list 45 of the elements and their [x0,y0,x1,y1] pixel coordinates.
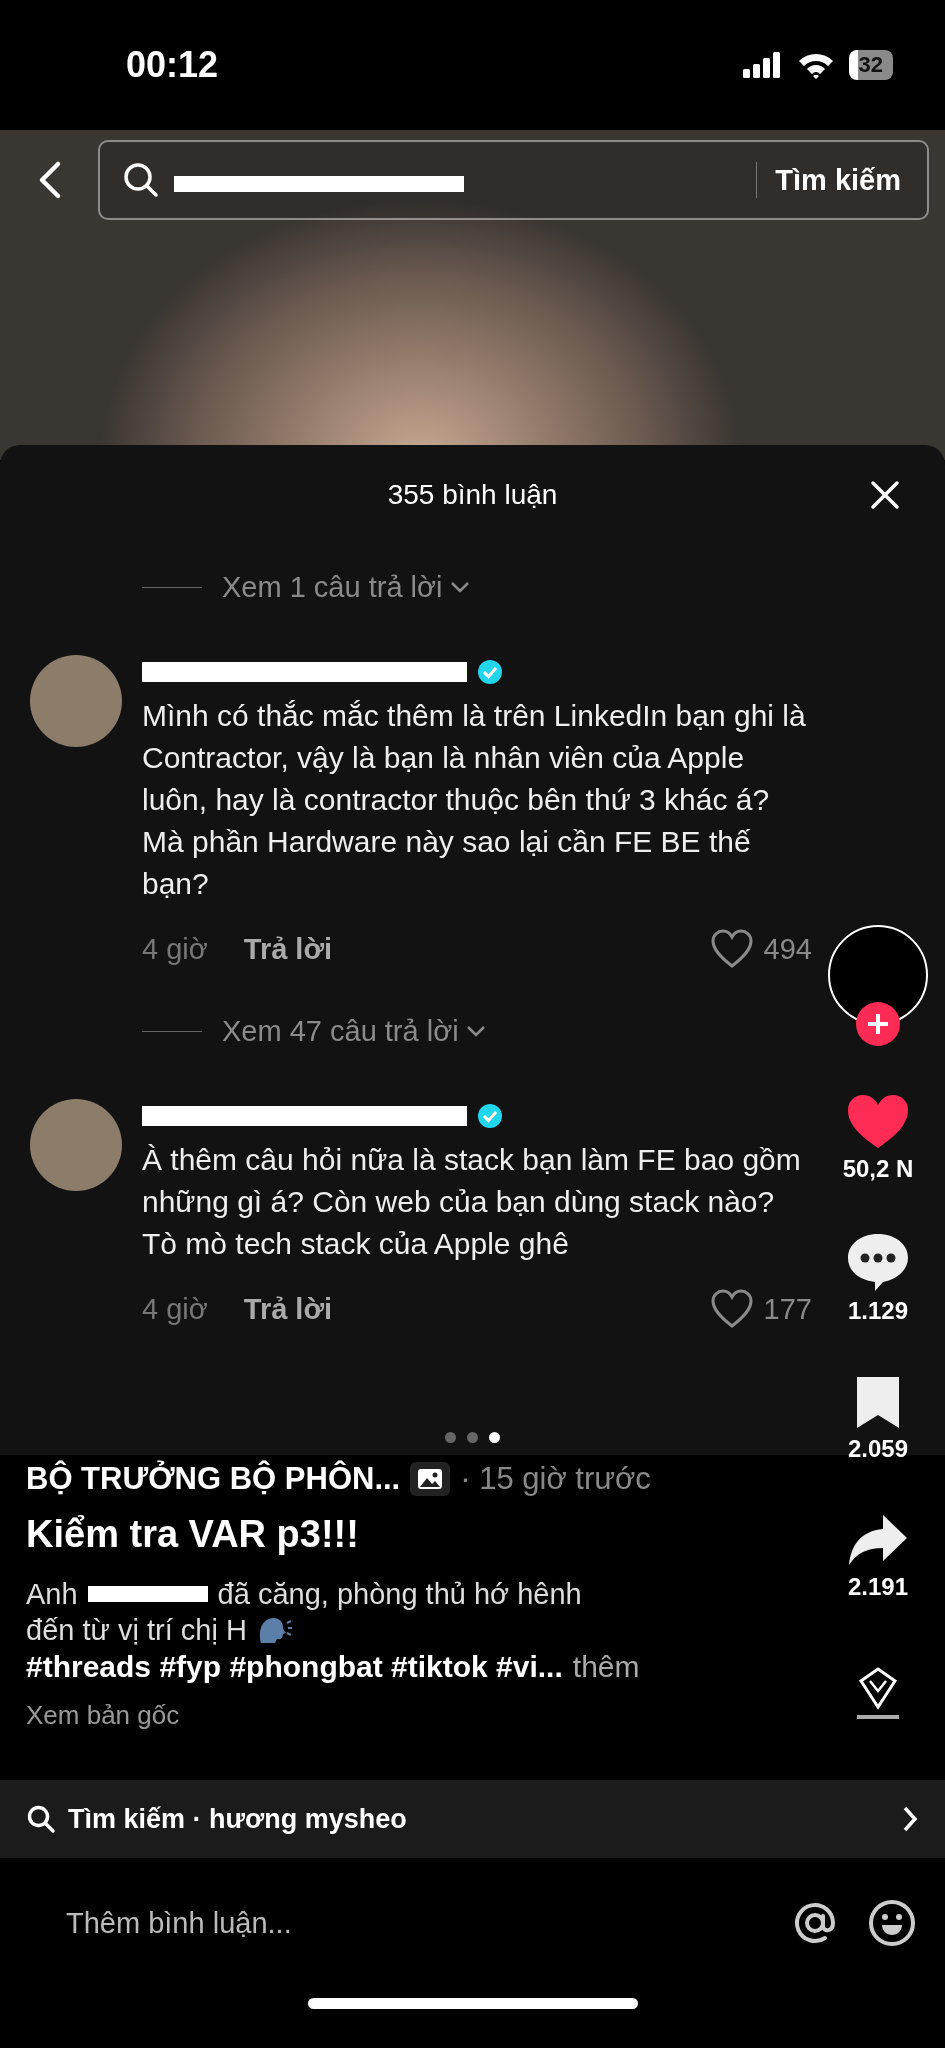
comment-bubble-icon[interactable] [845,1231,911,1293]
close-icon[interactable] [869,479,901,511]
search-suggestion-bar[interactable]: Tìm kiếm · hương mysheo [0,1780,945,1858]
more-button[interactable]: thêm [572,1650,640,1684]
reply-button[interactable]: Trả lời [243,932,333,966]
caption-text: đến từ vị trí chị H [26,1613,247,1648]
like-count: 494 [763,932,812,966]
search-icon [122,161,160,199]
search-suggestion-text: Tìm kiếm · hương mysheo [68,1803,407,1835]
comment-count: 1.129 [847,1297,909,1325]
search-icon [26,1804,56,1834]
view-replies-link[interactable]: Xem 1 câu trả lời [222,570,471,604]
chevron-down-icon [464,1024,487,1038]
caption-text: Anh [26,1577,78,1612]
save-count: 2.059 [847,1435,909,1463]
heart-icon[interactable] [846,1093,910,1151]
heart-outline-icon[interactable] [709,1289,754,1329]
view-replies-link[interactable]: Xem 47 câu trả lời [222,1014,487,1048]
post-time: · 15 giờ trước [460,1461,651,1497]
like-count: 50,2 N [842,1155,914,1183]
comment-time: 4 giờ [142,932,208,966]
view-original-link[interactable]: Xem bản gốc [26,1700,180,1731]
comments-count: 355 bình luận [387,479,558,511]
battery-indicator: 32 [848,50,893,80]
comment-text: À thêm câu hỏi nữa là stack bạn làm FE bao gồm những gì á? Còn web của bạn dùng stack nào? Tò mò tech stack của Apple ghê [142,1142,802,1262]
like-count: 177 [763,1292,812,1326]
caption-text: đã căng, phòng thủ hớ hênh [217,1577,582,1612]
reply-button[interactable]: Trả lời [243,1292,333,1326]
hashtags[interactable]: #threads #fyp #phongbat #tiktok #vi... [26,1650,563,1684]
comment-time: 4 giờ [142,1292,208,1326]
comment-input-field[interactable]: Thêm bình luận... [64,1905,763,1941]
share-count: 2.191 [847,1573,909,1601]
search-button[interactable]: Tìm kiếm [771,163,905,197]
search-field[interactable]: Tìm kiếm [98,140,929,220]
emoji-icon[interactable] [867,1898,917,1948]
heart-outline-icon[interactable] [709,929,754,969]
photo-post-icon [410,1462,451,1496]
status-time: 00:12 [126,44,219,86]
signal-icon [742,52,783,78]
follow-plus-icon[interactable] [855,1001,901,1047]
chevron-down-icon [448,580,471,594]
comment-text: Mình có thắc mắc thêm là trên LinkedIn bạn ghi là Contractor, vậy là bạn là nhân viên của Apple luôn, hay là contractor thuộc bên thứ 3 khác á? Mà phần Hardware này sao lại cần FE BE thế bạn? [142,698,807,902]
post-title: Kiểm tra VAR p3!!! [26,1513,359,1556]
chevron-right-icon [901,1804,919,1834]
author-name[interactable]: BỘ TRƯỞNG BỘ PHÔN... [26,1461,401,1497]
